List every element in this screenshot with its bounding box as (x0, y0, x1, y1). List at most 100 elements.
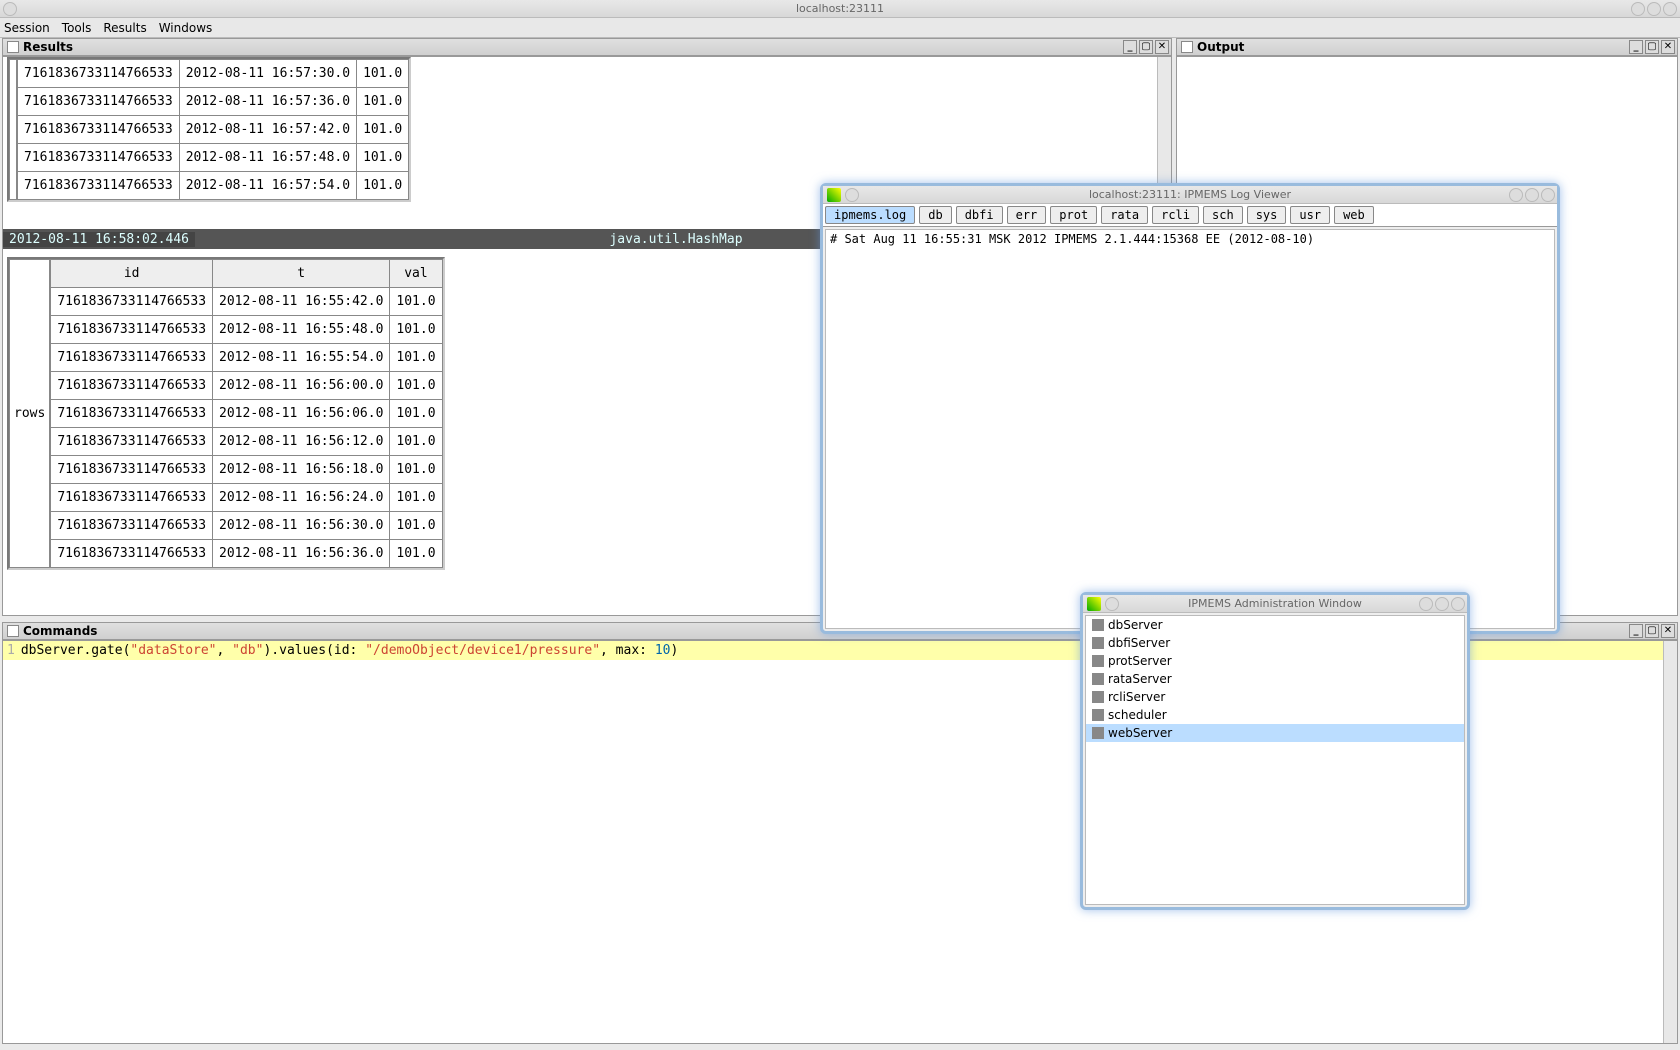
commands-max-button[interactable]: ▢ (1645, 624, 1659, 638)
admin-tree-item[interactable]: dbServer (1086, 616, 1464, 634)
table-row[interactable]: 71618367331147665332012-08-11 16:56:18.0… (51, 456, 442, 484)
window-title: localhost:23111 (796, 2, 884, 15)
admin-tree-item[interactable]: webServer (1086, 724, 1464, 742)
output-header: Output _ ▢ ✕ (1176, 38, 1678, 56)
log-tab-usr[interactable]: usr (1290, 206, 1330, 224)
code-token: "db" (232, 643, 263, 658)
minimize-button[interactable] (1631, 2, 1645, 16)
table-row[interactable]: 71618367331147665332012-08-11 16:57:30.0… (18, 60, 409, 88)
admin-tree-item[interactable]: protServer (1086, 652, 1464, 670)
log-tab-db[interactable]: db (919, 206, 951, 224)
log-tab-sch[interactable]: sch (1203, 206, 1243, 224)
log-tab-dbfi[interactable]: dbfi (956, 206, 1003, 224)
log-viewer-app-icon (827, 188, 841, 202)
tree-item-label: scheduler (1108, 708, 1167, 722)
table-cell: 2012-08-11 16:57:36.0 (179, 88, 356, 116)
tree-item-label: dbfiServer (1108, 636, 1170, 650)
table-cell: 2012-08-11 16:57:30.0 (179, 60, 356, 88)
results-close-button[interactable]: ✕ (1155, 40, 1169, 54)
server-icon (1092, 637, 1104, 649)
log-viewer-min-button[interactable] (1509, 188, 1523, 202)
commands-close-button[interactable]: ✕ (1661, 624, 1675, 638)
admin-titlebar[interactable]: IPMEMS Administration Window (1083, 595, 1467, 613)
table-cell: 7161836733114766533 (18, 88, 180, 116)
table-cell: 2012-08-11 16:55:48.0 (213, 316, 390, 344)
log-tab-rcli[interactable]: rcli (1152, 206, 1199, 224)
table-cell: 101.0 (390, 288, 442, 316)
table-cell: 7161836733114766533 (51, 512, 213, 540)
log-viewer-window[interactable]: localhost:23111: IPMEMS Log Viewer ipmem… (820, 183, 1560, 634)
log-viewer-tabs: ipmems.logdbdbfierrprotratarclischsysusr… (823, 204, 1557, 227)
code-token: "dataStore" (130, 643, 216, 658)
results-max-button[interactable]: ▢ (1139, 40, 1153, 54)
table-cell: 2012-08-11 16:55:42.0 (213, 288, 390, 316)
log-viewer-content[interactable]: # Sat Aug 11 16:55:31 MSK 2012 IPMEMS 2.… (825, 229, 1555, 629)
table-cell: 101.0 (357, 116, 409, 144)
log-viewer-close-button[interactable] (1541, 188, 1555, 202)
commands-scrollbar[interactable] (1663, 641, 1677, 1043)
results-min-button[interactable]: _ (1123, 40, 1137, 54)
commands-title: Commands (23, 624, 97, 638)
upper-result-table-frame: 71618367331147665332012-08-11 16:57:30.0… (7, 57, 411, 202)
table-row[interactable]: 71618367331147665332012-08-11 16:57:36.0… (18, 88, 409, 116)
table-row[interactable]: 71618367331147665332012-08-11 16:55:54.0… (51, 344, 442, 372)
table-row[interactable]: 71618367331147665332012-08-11 16:56:06.0… (51, 400, 442, 428)
table-row[interactable]: 71618367331147665332012-08-11 16:57:48.0… (18, 144, 409, 172)
table-row[interactable]: 71618367331147665332012-08-11 16:55:42.0… (51, 288, 442, 316)
admin-tree-item[interactable]: dbfiServer (1086, 634, 1464, 652)
admin-tree-item[interactable]: rataServer (1086, 670, 1464, 688)
column-header[interactable]: id (51, 260, 213, 288)
maximize-button[interactable] (1647, 2, 1661, 16)
admin-max-button[interactable] (1435, 597, 1449, 611)
menu-tools[interactable]: Tools (62, 21, 92, 35)
output-max-button[interactable]: ▢ (1645, 40, 1659, 54)
output-min-button[interactable]: _ (1629, 40, 1643, 54)
results-pane-icon (7, 41, 19, 53)
close-button[interactable] (1663, 2, 1677, 16)
log-tab-web[interactable]: web (1334, 206, 1374, 224)
table-row[interactable]: 71618367331147665332012-08-11 16:56:00.0… (51, 372, 442, 400)
admin-window[interactable]: IPMEMS Administration Window dbServer dbf… (1080, 592, 1470, 910)
menu-windows[interactable]: Windows (159, 21, 213, 35)
admin-title: IPMEMS Administration Window (1188, 597, 1362, 610)
column-header[interactable]: val (390, 260, 442, 288)
log-tab-ipmems-log[interactable]: ipmems.log (825, 206, 915, 224)
table-row[interactable]: 71618367331147665332012-08-11 16:57:42.0… (18, 116, 409, 144)
log-tab-rata[interactable]: rata (1101, 206, 1148, 224)
table-cell: 7161836733114766533 (51, 288, 213, 316)
output-title: Output (1197, 40, 1244, 54)
menu-session[interactable]: Session (4, 21, 50, 35)
table-row[interactable]: 71618367331147665332012-08-11 16:56:24.0… (51, 484, 442, 512)
output-close-button[interactable]: ✕ (1661, 40, 1675, 54)
log-tab-sys[interactable]: sys (1247, 206, 1287, 224)
log-tab-prot[interactable]: prot (1050, 206, 1097, 224)
log-viewer-roll-button[interactable] (845, 188, 859, 202)
table-cell: 101.0 (357, 88, 409, 116)
log-viewer-max-button[interactable] (1525, 188, 1539, 202)
table-cell: 7161836733114766533 (18, 172, 180, 200)
table-row[interactable]: 71618367331147665332012-08-11 16:56:30.0… (51, 512, 442, 540)
admin-tree-item[interactable]: scheduler (1086, 706, 1464, 724)
table-cell: 2012-08-11 16:56:36.0 (213, 540, 390, 568)
table-row[interactable]: 71618367331147665332012-08-11 16:57:54.0… (18, 172, 409, 200)
window-menu-icon[interactable] (3, 2, 17, 16)
admin-tree-item[interactable]: rcliServer (1086, 688, 1464, 706)
admin-tree[interactable]: dbServer dbfiServer protServerrataServerrc… (1085, 615, 1465, 905)
admin-min-button[interactable] (1419, 597, 1433, 611)
main-titlebar: localhost:23111 (0, 0, 1680, 18)
server-icon (1092, 673, 1104, 685)
log-viewer-titlebar[interactable]: localhost:23111: IPMEMS Log Viewer (823, 186, 1557, 204)
admin-roll-button[interactable] (1105, 597, 1119, 611)
menu-results[interactable]: Results (103, 21, 146, 35)
table-row[interactable]: 71618367331147665332012-08-11 16:56:12.0… (51, 428, 442, 456)
table-row[interactable]: 71618367331147665332012-08-11 16:56:36.0… (51, 540, 442, 568)
code-token: ) (670, 643, 678, 658)
commands-min-button[interactable]: _ (1629, 624, 1643, 638)
table-cell: 2012-08-11 16:56:12.0 (213, 428, 390, 456)
code-token: ).values(id: (263, 643, 365, 658)
admin-close-button[interactable] (1451, 597, 1465, 611)
table-cell: 7161836733114766533 (18, 144, 180, 172)
column-header[interactable]: t (213, 260, 390, 288)
log-tab-err[interactable]: err (1007, 206, 1047, 224)
table-row[interactable]: 71618367331147665332012-08-11 16:55:48.0… (51, 316, 442, 344)
